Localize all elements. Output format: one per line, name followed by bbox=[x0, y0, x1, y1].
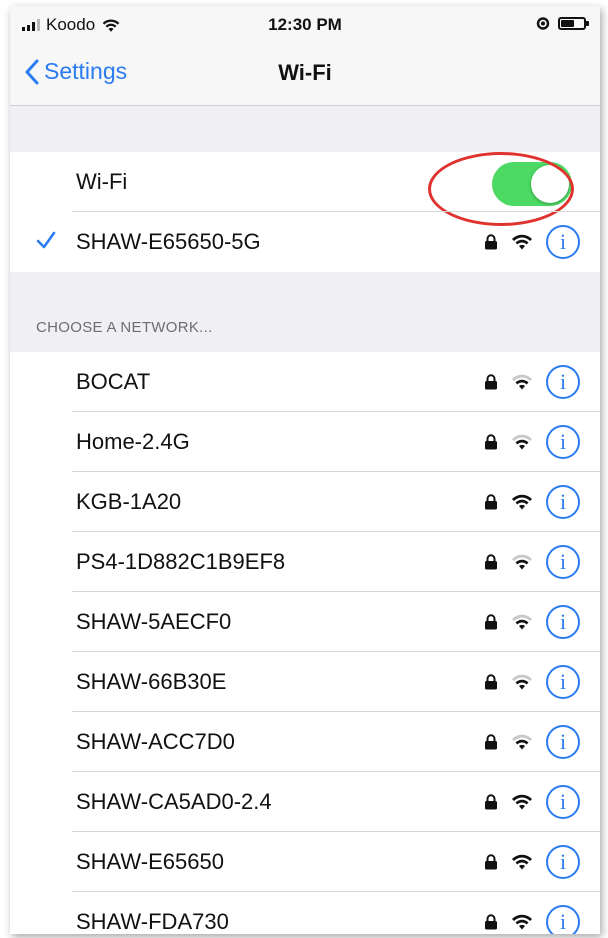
network-status-icons: i bbox=[484, 845, 580, 879]
toggle-knob bbox=[531, 165, 569, 203]
lock-icon bbox=[485, 434, 497, 450]
network-status-icons: i bbox=[484, 425, 580, 459]
lock-icon bbox=[485, 794, 497, 810]
info-icon[interactable]: i bbox=[546, 785, 580, 819]
status-time: 12:30 PM bbox=[268, 15, 342, 34]
network-name: SHAW-ACC7D0 bbox=[76, 729, 235, 754]
network-name: SHAW-5AECF0 bbox=[76, 609, 232, 634]
network-row[interactable]: SHAW-ACC7D0 i bbox=[10, 712, 600, 772]
network-status-icons: i bbox=[484, 485, 580, 519]
wifi-signal-icon bbox=[512, 374, 532, 390]
network-name: PS4-1D882C1B9EF8 bbox=[76, 549, 286, 574]
connected-network-row[interactable]: SHAW-E65650-5G i bbox=[10, 212, 600, 272]
wifi-signal-icon bbox=[512, 234, 532, 250]
network-status-icons: i bbox=[484, 785, 580, 819]
wifi-signal-icon bbox=[512, 674, 532, 690]
network-status-icons: i bbox=[484, 225, 580, 259]
info-icon[interactable]: i bbox=[546, 845, 580, 879]
network-name: BOCAT bbox=[76, 369, 151, 394]
network-row[interactable]: SHAW-CA5AD0-2.4 i bbox=[10, 772, 600, 832]
info-icon[interactable]: i bbox=[546, 225, 580, 259]
status-bar: Koodo 12:30 PM bbox=[10, 6, 600, 44]
wifi-signal-icon bbox=[512, 494, 532, 510]
info-icon[interactable]: i bbox=[546, 725, 580, 759]
wifi-signal-icon bbox=[512, 434, 532, 450]
lock-icon bbox=[485, 554, 497, 570]
network-row[interactable]: PS4-1D882C1B9EF8 i bbox=[10, 532, 600, 592]
wifi-toggle-row: Wi-Fi bbox=[10, 152, 600, 226]
wifi-group: Wi-Fi SHAW-E65650-5G i bbox=[10, 152, 600, 272]
network-name: SHAW-E65650 bbox=[76, 849, 224, 874]
lock-icon bbox=[485, 734, 497, 750]
wifi-signal-icon bbox=[512, 614, 532, 630]
lock-icon bbox=[485, 374, 497, 390]
network-status-icons: i bbox=[484, 905, 580, 934]
status-right bbox=[536, 16, 589, 30]
network-row[interactable]: SHAW-5AECF0 i bbox=[10, 592, 600, 652]
lock-icon bbox=[485, 614, 497, 630]
info-icon[interactable]: i bbox=[546, 365, 580, 399]
network-status-icons: i bbox=[484, 545, 580, 579]
network-name: KGB-1A20 bbox=[76, 489, 182, 514]
wifi-signal-icon bbox=[512, 854, 532, 870]
battery-level bbox=[561, 19, 574, 27]
alarm-icon bbox=[536, 17, 550, 30]
network-row[interactable]: SHAW-E65650 i bbox=[10, 832, 600, 892]
network-status-icons: i bbox=[484, 665, 580, 699]
network-name: SHAW-66B30E bbox=[76, 669, 227, 694]
lock-icon bbox=[485, 854, 497, 870]
network-status-icons: i bbox=[484, 605, 580, 639]
network-name: Home-2.4G bbox=[76, 429, 190, 454]
wifi-signal-icon bbox=[512, 734, 532, 750]
lock-icon bbox=[485, 234, 497, 250]
info-icon[interactable]: i bbox=[546, 665, 580, 699]
network-row[interactable]: KGB-1A20 i bbox=[10, 472, 600, 532]
network-status-icons: i bbox=[484, 725, 580, 759]
network-row[interactable]: Home-2.4G i bbox=[10, 412, 600, 472]
wifi-toggle-switch[interactable] bbox=[428, 152, 574, 226]
network-status-icons: i bbox=[484, 365, 580, 399]
wifi-signal-icon bbox=[512, 794, 532, 810]
checkmark-icon bbox=[36, 231, 56, 249]
network-name: SHAW-FDA730 bbox=[76, 909, 229, 934]
wifi-toggle-label: Wi-Fi bbox=[76, 169, 128, 194]
lock-icon bbox=[485, 914, 497, 930]
network-list: BOCAT i Home-2.4G i KGB-1A20 i PS4-1D882… bbox=[10, 352, 600, 934]
network-row[interactable]: SHAW-FDA730 i bbox=[10, 892, 600, 934]
network-row[interactable]: SHAW-66B30E i bbox=[10, 652, 600, 712]
settings-screen: Koodo 12:30 PM Settings Wi-Fi Wi-Fi SHAW… bbox=[10, 6, 600, 934]
wifi-signal-icon bbox=[512, 554, 532, 570]
wifi-signal-icon bbox=[512, 914, 532, 930]
info-icon[interactable]: i bbox=[546, 545, 580, 579]
network-name: SHAW-CA5AD0-2.4 bbox=[76, 789, 272, 814]
section-header: CHOOSE A NETWORK... bbox=[36, 319, 213, 336]
info-icon[interactable]: i bbox=[546, 485, 580, 519]
info-icon[interactable]: i bbox=[546, 605, 580, 639]
battery-icon bbox=[558, 16, 589, 30]
lock-icon bbox=[485, 674, 497, 690]
connected-network-name: SHAW-E65650-5G bbox=[76, 229, 261, 254]
network-row[interactable]: BOCAT i bbox=[10, 352, 600, 412]
info-icon[interactable]: i bbox=[546, 425, 580, 459]
info-icon[interactable]: i bbox=[546, 905, 580, 934]
page-title: Wi-Fi bbox=[278, 60, 332, 85]
navigation-bar: Settings Wi-Fi bbox=[10, 44, 600, 106]
lock-icon bbox=[485, 494, 497, 510]
